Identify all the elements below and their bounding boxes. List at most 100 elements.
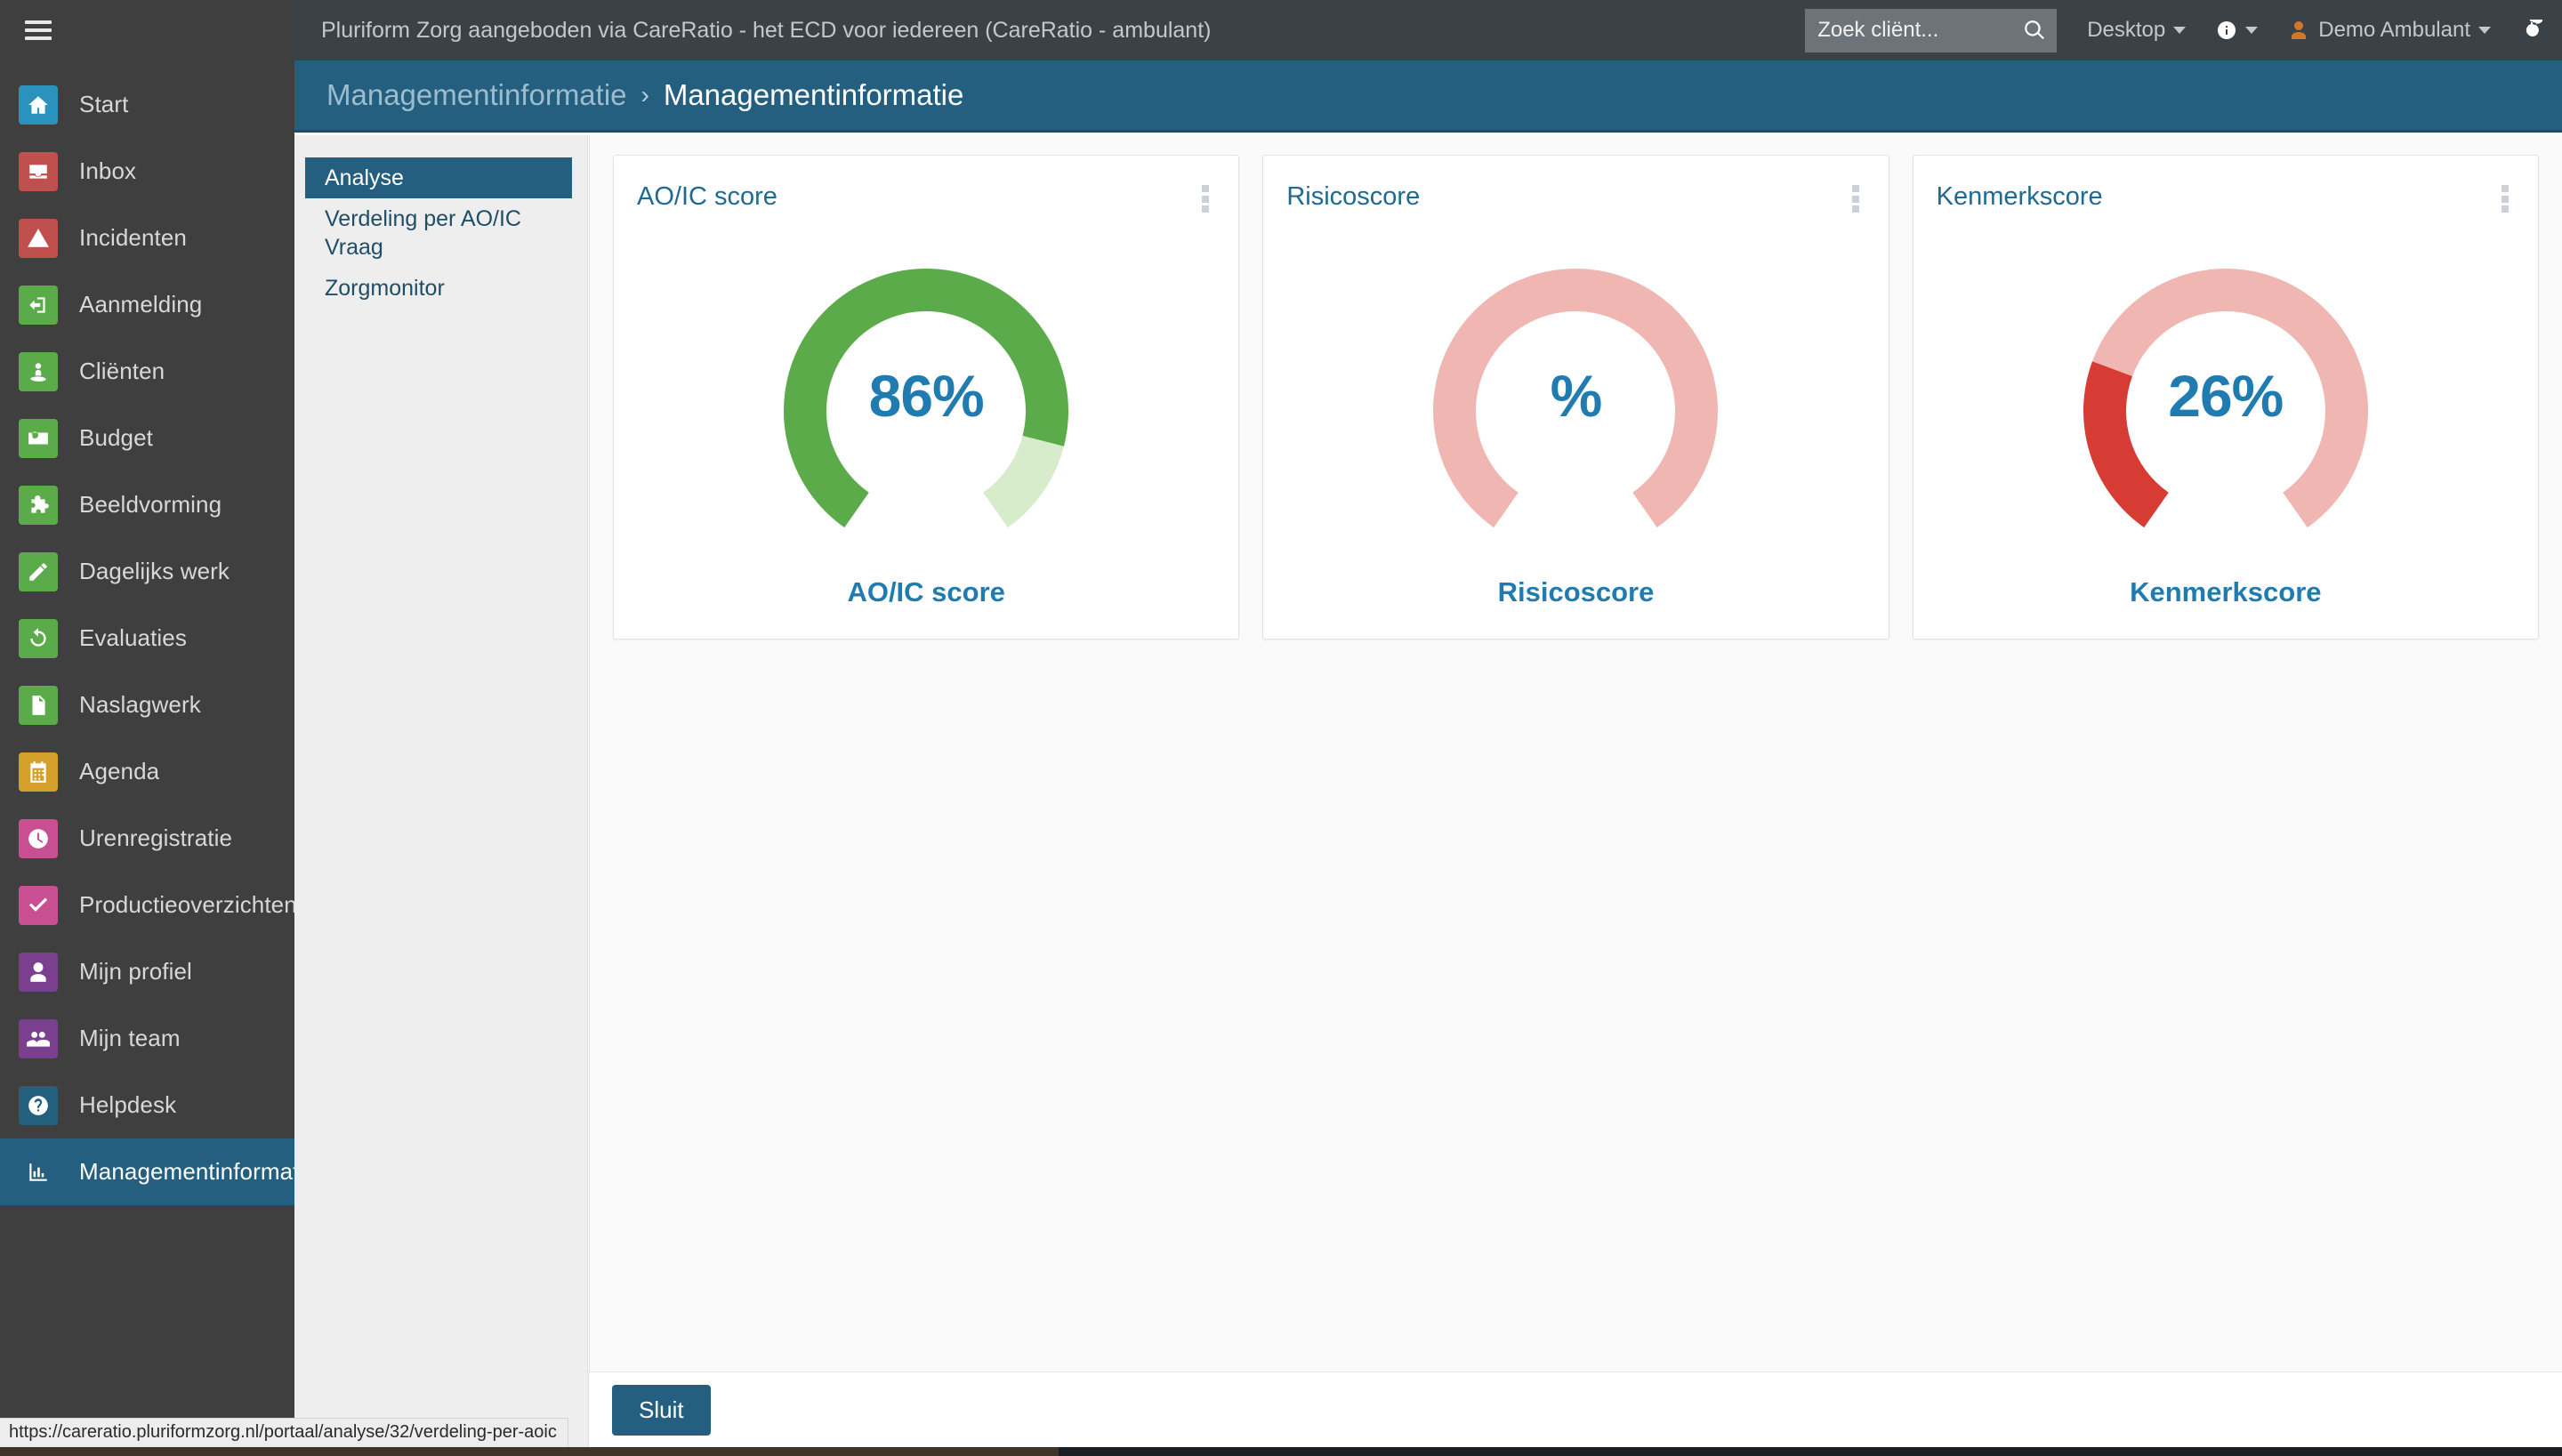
card-title: Risicoscore [1286, 182, 1421, 211]
card-options-menu-icon[interactable] [1846, 182, 1865, 213]
client-search-box[interactable] [1805, 8, 2058, 52]
breadcrumb: Managementinformatie › Managementinforma… [294, 60, 2562, 133]
user-menu-label: Demo Ambulant [2318, 18, 2470, 42]
refresh-icon [19, 618, 58, 658]
sidebar-item-label: Beeldvorming [79, 491, 222, 518]
sidebar-item-label: Managementinformatie [79, 1158, 318, 1185]
main-sidebar: Start Inbox Incidenten Aanmelding Cliënten Bu… [0, 0, 318, 1456]
sidebar-item-beeldvorming[interactable]: Beeldvorming [0, 471, 294, 538]
sidebar-item-naslagwerk[interactable]: Naslagwerk [0, 672, 294, 738]
puzzle-icon [19, 485, 58, 525]
card-header: AO/IC score [614, 156, 1238, 213]
subnav-item-analyse[interactable]: Analyse [305, 157, 572, 198]
sidebar-item-productieoverzichten[interactable]: Productieoverzichten [0, 872, 297, 938]
card-title: AO/IC score [637, 182, 777, 211]
search-input[interactable] [1805, 8, 2058, 52]
gauge-arc: 26% [1913, 213, 2538, 568]
sidebar-item-start[interactable]: Start [0, 71, 294, 138]
bottom-strip [0, 1447, 2562, 1456]
card-header: Kenmerkscore [1913, 156, 2538, 213]
gauge-arc: % [1263, 213, 1888, 568]
sidebar-item-label: Agenda [79, 758, 160, 784]
card-header: Risicoscore [1263, 156, 1888, 213]
document-icon [19, 685, 58, 725]
sidebar-item-label: Productieoverzichten [79, 891, 297, 918]
chevron-down-icon [2245, 27, 2259, 34]
sidebar-item-dagelijks-werk[interactable]: Dagelijks werk [0, 538, 294, 605]
sidebar-item-label: Incidenten [79, 224, 187, 251]
card-options-menu-icon[interactable] [1196, 182, 1215, 213]
sidebar-item-budget[interactable]: Budget [0, 405, 294, 471]
breadcrumb-parent[interactable]: Managementinformatie [326, 78, 627, 112]
hamburger-icon [25, 16, 52, 44]
sidebar-item-agenda[interactable]: Agenda [0, 738, 294, 805]
sidebar-item-mijn-profiel[interactable]: Mijn profiel [0, 938, 294, 1005]
sidebar-item-aanmelding[interactable]: Aanmelding [0, 271, 294, 338]
calendar-icon [19, 752, 58, 792]
sidebar-item-label: Helpdesk [79, 1091, 177, 1118]
desktop-menu-label: Desktop [2087, 18, 2166, 42]
hamburger-menu-button[interactable] [0, 0, 294, 60]
gauge-caption: Risicoscore [1497, 576, 1655, 607]
section-subnav: Analyse Verdeling per AO/IC Vraag Zorgmoni… [294, 135, 588, 1372]
subnav-item-verdeling-per-ao-ic-vraag[interactable]: Verdeling per AO/IC Vraag [305, 198, 536, 268]
sidebar-item-label: Cliënten [79, 358, 165, 384]
card-options-menu-icon[interactable] [2495, 182, 2515, 213]
sidebar-item-label: Naslagwerk [79, 691, 201, 718]
sidebar-item-urenregistratie[interactable]: Urenregistratie [0, 805, 294, 872]
gauge-value-label: 26% [2168, 363, 2284, 429]
gauge-caption: Kenmerkscore [2130, 576, 2322, 607]
check-icon [19, 885, 58, 925]
info-menu[interactable] [2216, 20, 2259, 41]
sidebar-item-helpdesk[interactable]: Helpdesk [0, 1072, 294, 1138]
chevron-down-icon [2173, 27, 2187, 34]
sidebar-item-label: Evaluaties [79, 624, 187, 651]
sidebar-item-label: Inbox [79, 157, 137, 184]
gauge-card: Kenmerkscore 26% Kenmerkscore [1912, 155, 2539, 640]
question-icon [19, 1085, 58, 1125]
sidebar-item-inbox[interactable]: Inbox [0, 138, 294, 205]
app-title: Pluriform Zorg aangeboden via CareRatio … [321, 17, 1212, 43]
sidebar-item-label: Aanmelding [79, 291, 203, 318]
user-menu[interactable]: Demo Ambulant [2288, 18, 2491, 43]
subnav-item-zorgmonitor[interactable]: Zorgmonitor [305, 268, 536, 309]
people-icon [19, 1018, 58, 1058]
info-icon [2216, 20, 2237, 41]
person-icon [19, 952, 58, 992]
page-footer: Sluit [589, 1372, 2562, 1447]
money-icon [19, 418, 58, 458]
inbox-icon [19, 151, 58, 191]
sidebar-item-evaluaties[interactable]: Evaluaties [0, 605, 294, 672]
sidebar-item-label: Budget [79, 424, 154, 451]
page-title: Managementinformatie [663, 78, 964, 111]
main-content: AO/IC score 86% AO/IC score Risicoscore% Ris… [589, 135, 2562, 1372]
sidebar-item-cli-nten[interactable]: Cliënten [0, 338, 294, 405]
sidebar-item-managementinformatie[interactable]: Managementinformatie [0, 1138, 318, 1205]
gauge-card: AO/IC score 86% AO/IC score [613, 155, 1240, 640]
topbar-actions: Desktop Demo Ambulant [1805, 0, 2562, 60]
sidebar-item-label: Mijn profiel [79, 958, 192, 985]
desktop-menu[interactable]: Desktop [2087, 18, 2187, 43]
sidebar-item-mijn-team[interactable]: Mijn team [0, 1005, 294, 1072]
sidebar-item-label: Dagelijks werk [79, 558, 230, 584]
gauge-card: Risicoscore% Risicoscore [1262, 155, 1889, 640]
close-button[interactable]: Sluit [612, 1384, 711, 1436]
clock-icon [19, 818, 58, 858]
gauge-value-label: 86% [868, 363, 985, 429]
gauge-arc: 86% [614, 213, 1238, 568]
warning-icon [19, 218, 58, 258]
sidebar-item-label: Start [79, 91, 129, 117]
status-bar-url: https://careratio.pluriformzorg.nl/porta… [0, 1418, 568, 1447]
power-icon [2521, 7, 2545, 41]
app-root: Start Inbox Incidenten Aanmelding Cliënten Bu… [0, 0, 2562, 1456]
bottom-strip-accent [0, 1447, 1059, 1456]
search-icon[interactable] [2023, 19, 2046, 42]
gauge-value-label: % [1550, 363, 1603, 429]
user-icon [2288, 20, 2309, 41]
breadcrumb-separator-icon: › [640, 81, 649, 109]
sidebar-nav-list: Start Inbox Incidenten Aanmelding Cliënten Bu… [0, 60, 318, 1205]
logout-button[interactable] [2521, 7, 2545, 41]
barchart-icon [19, 1153, 58, 1192]
sidebar-item-incidenten[interactable]: Incidenten [0, 205, 294, 271]
sidebar-item-label: Urenregistratie [79, 825, 233, 851]
